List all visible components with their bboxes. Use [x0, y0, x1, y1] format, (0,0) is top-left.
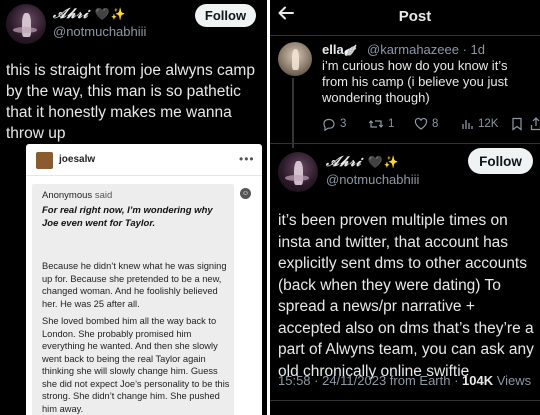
- main-handle[interactable]: @notmuchabhiii: [326, 172, 419, 187]
- footer-divider: [270, 400, 540, 401]
- wing-emoji: 🪽: [343, 45, 358, 57]
- share-button[interactable]: [530, 117, 540, 131]
- answer-paragraph-2: She loved bombed him all the way back to…: [42, 316, 230, 414]
- tumblr-ask-box: Anonymous said For real right now, I’m w…: [32, 184, 234, 415]
- left-post-panel: 𝒜𝒽𝓇𝒾 🖤✨ @notmuchabhiii Follow this is st…: [0, 0, 267, 415]
- more-options-icon: •••: [239, 152, 255, 166]
- heart-icon: [414, 117, 428, 130]
- tumblr-avatar: [36, 152, 53, 169]
- ask-sender: Anonymous said: [42, 190, 113, 201]
- repost-icon: [368, 120, 384, 128]
- reply-handle[interactable]: @karmahazeee · 1d: [367, 42, 485, 57]
- views-label: Views: [493, 373, 532, 388]
- bookmark-icon: [512, 117, 522, 131]
- reply-text: i’m curious how do you know it’s from hi…: [322, 58, 508, 105]
- thread-line: [292, 78, 294, 148]
- answer-paragraph-1: Because he didn’t knew what he was signi…: [42, 261, 227, 309]
- reply-avatar[interactable]: [278, 42, 312, 76]
- repost-count-button[interactable]: 1: [368, 117, 394, 131]
- main-follow-button[interactable]: Follow: [468, 148, 533, 174]
- user-handle[interactable]: @notmuchabhiii: [53, 24, 146, 39]
- user-avatar[interactable]: [6, 4, 46, 44]
- main-avatar[interactable]: [278, 152, 318, 192]
- name-emoji: 🖤✨: [94, 7, 127, 21]
- post-metadata: 15:58 · 24/11/2023 from Earth · 104K Vie…: [278, 373, 531, 388]
- anon-ask-icon: ☺: [240, 188, 251, 199]
- display-name[interactable]: 𝒜𝒽𝓇𝒾 🖤✨: [53, 6, 126, 22]
- views-count-button[interactable]: 12K: [461, 117, 498, 130]
- views-count: 104K: [462, 373, 494, 388]
- post-timestamp[interactable]: 15:58 · 24/11/2023 from Earth ·: [278, 373, 462, 388]
- reply-count-button[interactable]: 3: [322, 117, 346, 131]
- post-text: this is straight from joe alwyns camp by…: [6, 62, 255, 142]
- main-post-text: it’s been proven multiple times on insta…: [278, 212, 534, 380]
- main-display-name[interactable]: 𝒜𝒽𝓇𝒾 🖤✨: [326, 154, 399, 170]
- share-icon: [530, 117, 540, 131]
- tumblr-screenshot-card: joesalw ••• Anonymous said For real righ…: [26, 144, 262, 415]
- post-header: Post: [270, 0, 540, 34]
- bookmark-button[interactable]: [511, 117, 523, 131]
- reply-icon: [323, 118, 335, 131]
- page-title: Post: [398, 8, 432, 25]
- tumblr-username: joesalw: [59, 154, 96, 165]
- main-name-emoji: 🖤✨: [367, 155, 400, 169]
- follow-button[interactable]: Follow: [195, 4, 256, 27]
- views-icon: [462, 120, 473, 129]
- reply-display-name[interactable]: ella🪽: [322, 42, 357, 57]
- header-divider: [270, 35, 540, 36]
- tumblr-card-header: joesalw •••: [26, 144, 262, 176]
- like-count-button[interactable]: 8: [414, 117, 438, 131]
- reply-divider: [270, 143, 540, 144]
- ask-question: For real right now, I’m wondering why Jo…: [42, 205, 213, 229]
- right-post-panel: Post ella🪽 @karmahazeee · 1d i’m curious…: [270, 0, 540, 415]
